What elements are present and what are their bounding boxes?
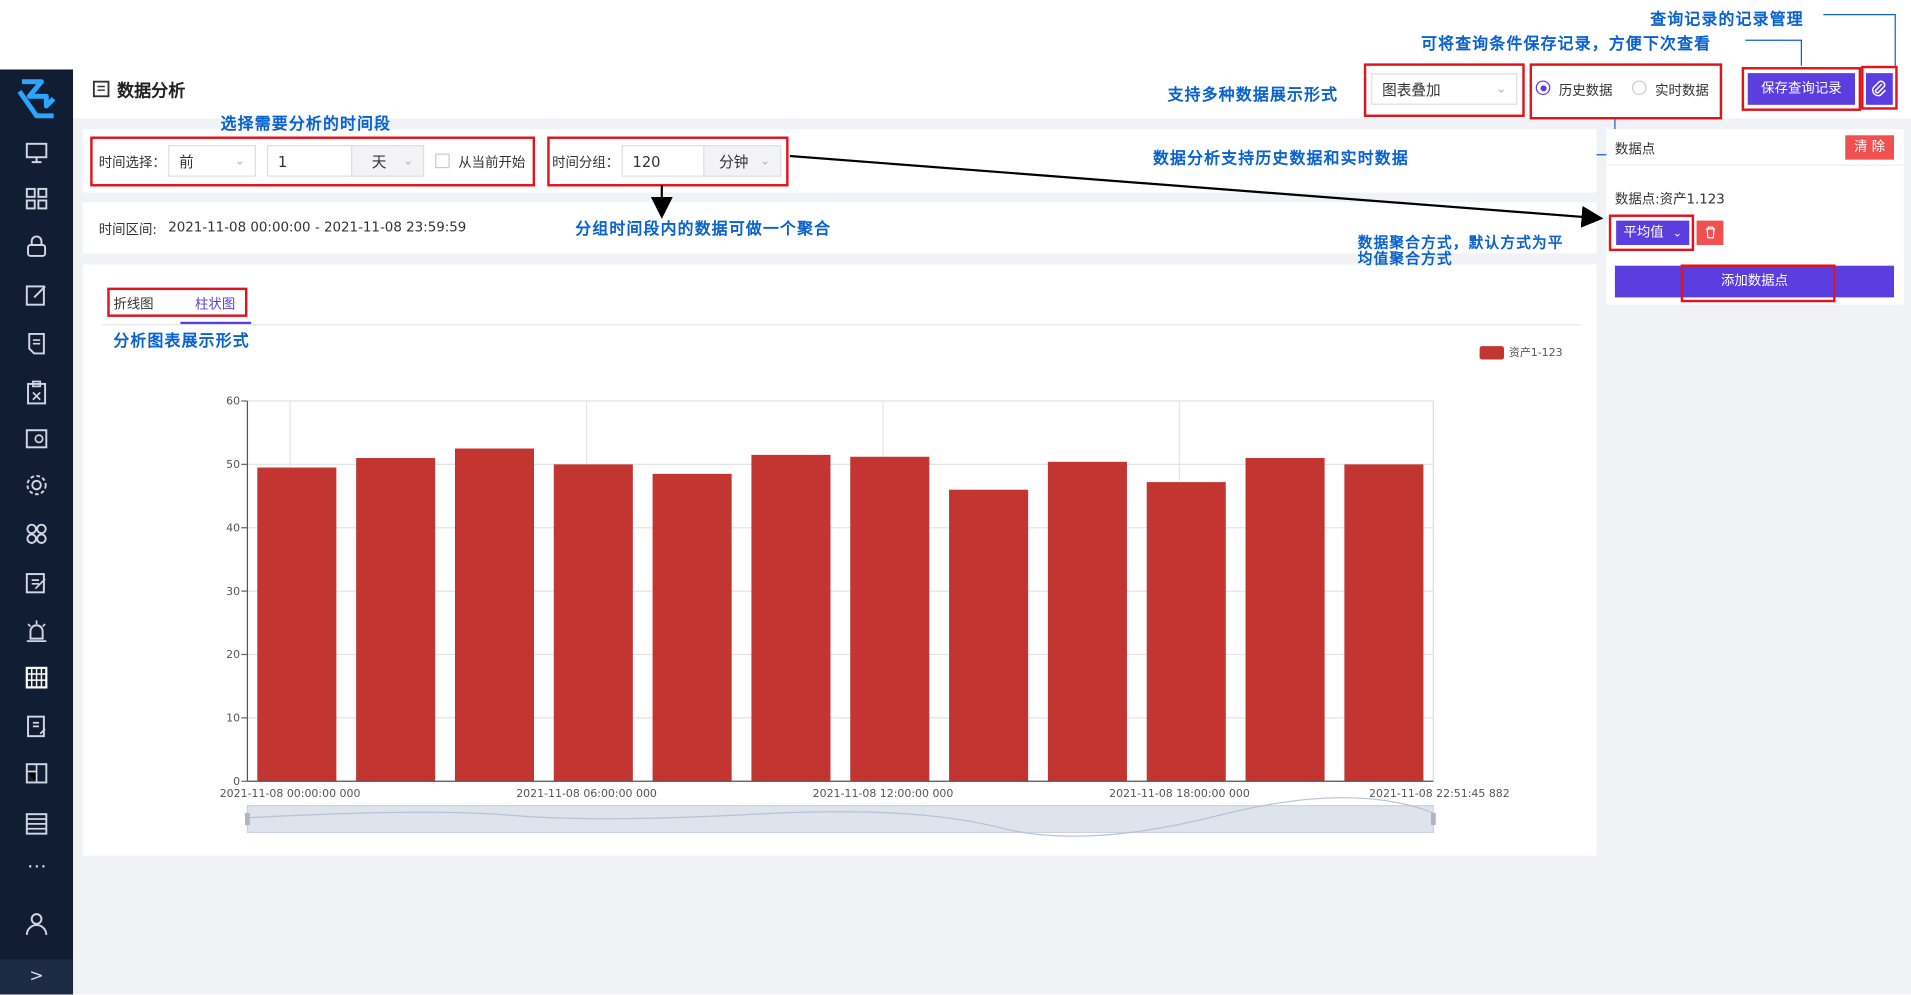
- app-root: ⋯ > 数据分析 图表叠加 ⌄ 历史数据 实时数据 保存查询记录 查询记录的记录…: [0, 0, 1911, 995]
- annotation-arrows: [650, 154, 1604, 228]
